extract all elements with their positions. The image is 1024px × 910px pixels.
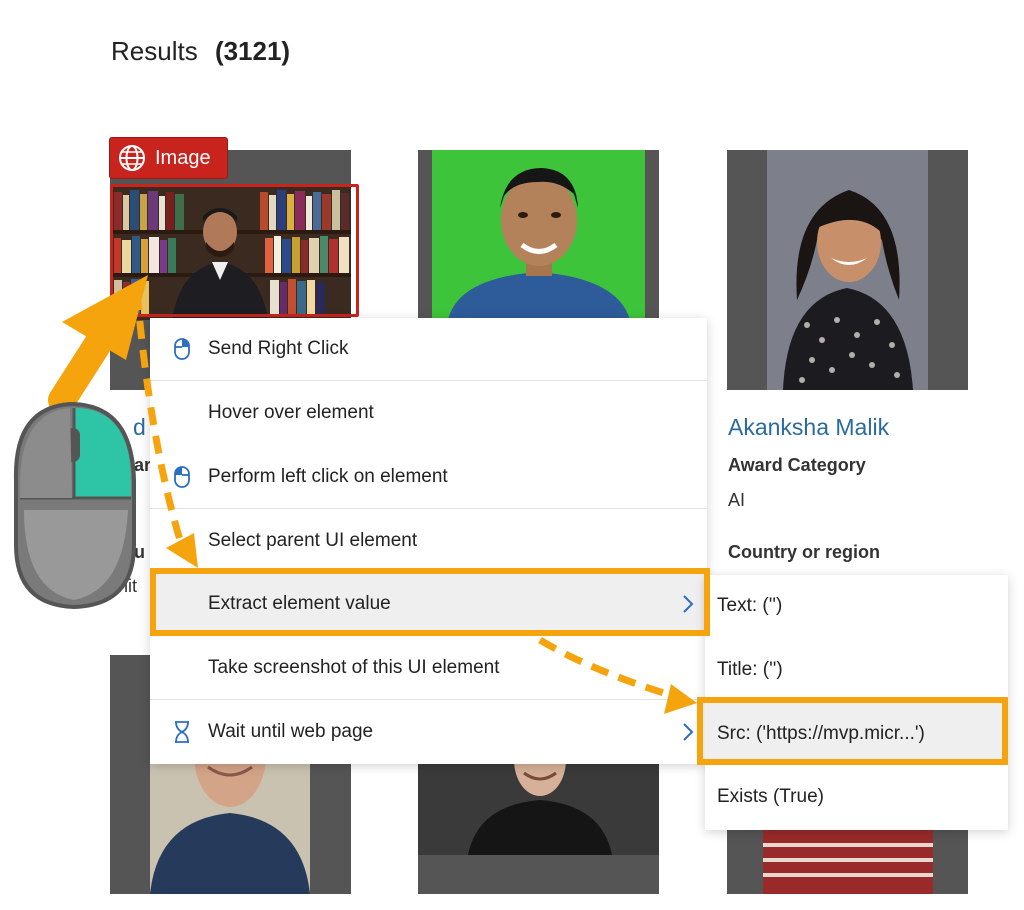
submenu-item-text[interactable]: Text: ('') <box>705 575 1008 637</box>
menu-item-select-parent[interactable]: Select parent UI element <box>150 510 707 572</box>
element-type-tag: Image <box>109 137 228 179</box>
highlight-extract-value <box>150 568 710 636</box>
mouse-left-click-icon <box>174 466 190 488</box>
menu-divider <box>150 699 707 700</box>
menu-item-label: Take screenshot of this UI element <box>208 657 500 678</box>
menu-item-label: Hover over element <box>208 402 374 423</box>
results-heading: Results (3121) <box>111 36 290 67</box>
menu-item-wait-until[interactable]: Wait until web page <box>150 701 707 763</box>
card1-country-fragment: u <box>134 542 145 562</box>
context-menu: Send Right Click Hover over element Perf… <box>150 318 707 764</box>
submenu-item-label: Exists (True) <box>717 786 824 807</box>
mouse-icon <box>13 401 136 610</box>
submenu-item-label: Title: ('') <box>717 659 783 680</box>
country-label: Country or region <box>728 542 880 562</box>
card1-award-fragment: ar <box>134 455 152 475</box>
award-category-value: AI <box>728 490 746 510</box>
menu-item-label: Wait until web page <box>208 721 374 742</box>
results-count: (3121) <box>214 36 291 66</box>
award-category-label: Award Category <box>728 455 866 475</box>
menu-item-left-click[interactable]: Perform left click on element <box>150 446 707 508</box>
submenu-item-label: Text: ('') <box>717 595 783 616</box>
menu-item-hover[interactable]: Hover over element <box>150 382 707 444</box>
profile-name-link[interactable]: Akanksha Malik <box>728 414 889 441</box>
menu-item-take-screenshot[interactable]: Take screenshot of this UI element <box>150 637 707 699</box>
menu-divider <box>150 508 707 509</box>
mouse-right-click-icon <box>174 338 190 360</box>
menu-item-send-right-click[interactable]: Send Right Click <box>150 318 707 380</box>
menu-item-label: Send Right Click <box>208 338 349 359</box>
submenu-item-exists[interactable]: Exists (True) <box>705 766 1008 828</box>
results-label: Results <box>111 36 198 66</box>
chevron-right-icon <box>683 723 694 741</box>
profile-photo-3[interactable] <box>727 150 968 390</box>
card1-name-fragment: d <box>133 414 146 440</box>
menu-item-label: Select parent UI element <box>208 530 418 551</box>
element-type-label: Image <box>155 146 211 169</box>
globe-icon <box>119 145 145 171</box>
card1-value-fragment: hit <box>118 576 138 596</box>
menu-item-label: Perform left click on element <box>208 466 448 487</box>
menu-divider <box>150 380 707 381</box>
submenu-item-title[interactable]: Title: ('') <box>705 639 1008 701</box>
hourglass-icon <box>175 721 189 743</box>
highlight-src-item <box>697 697 1008 765</box>
selected-element-outline <box>110 184 359 317</box>
